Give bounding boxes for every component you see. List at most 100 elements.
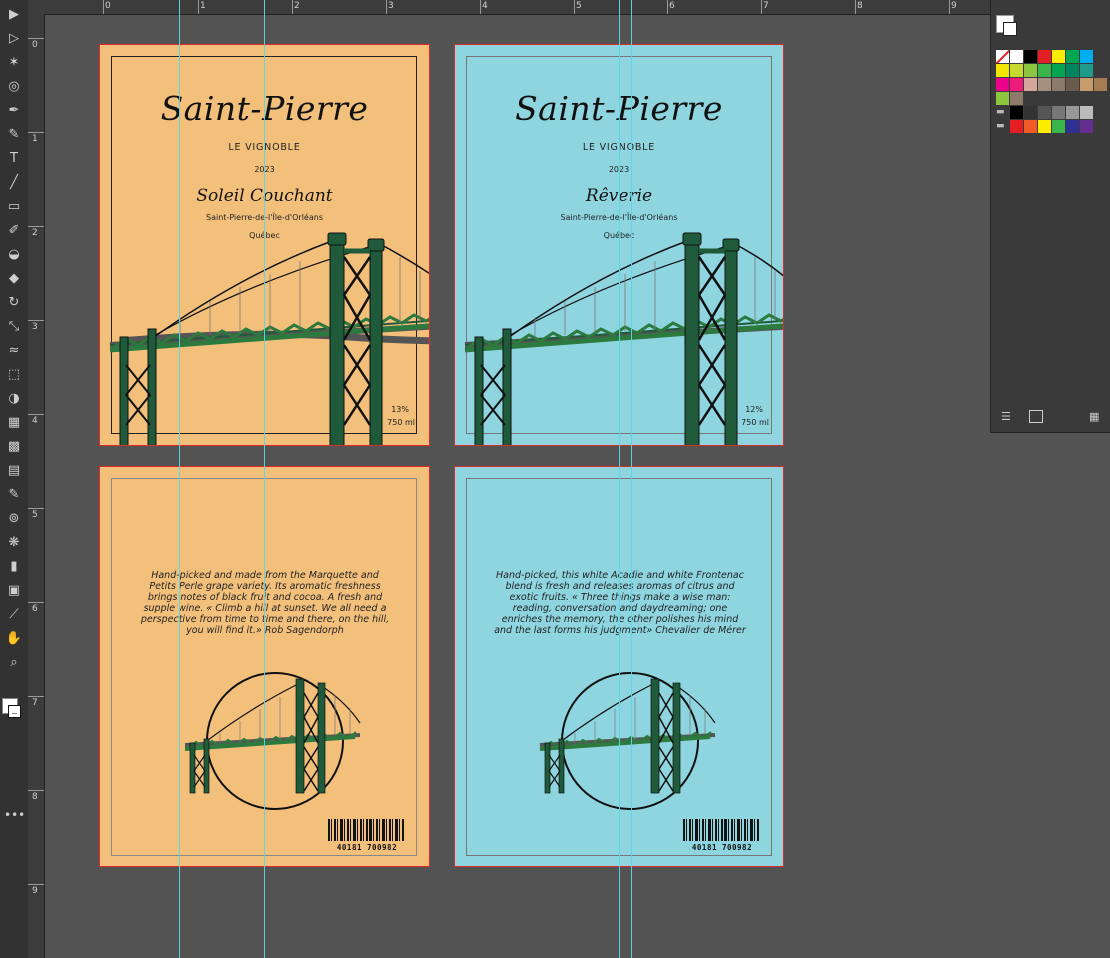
barcode-number: 40181 700982 — [691, 843, 753, 852]
color-swatch[interactable] — [1080, 106, 1093, 119]
graph-tool-icon[interactable]: ▮ — [3, 556, 25, 576]
blend-tool-icon[interactable]: ⊚ — [3, 508, 25, 528]
direct-selection-tool-icon[interactable]: ▷ — [3, 28, 25, 48]
slice-tool-icon[interactable]: ⟋ — [3, 604, 25, 624]
color-swatch[interactable] — [1080, 50, 1093, 63]
color-swatch[interactable] — [1080, 64, 1093, 77]
color-swatch[interactable] — [1010, 64, 1023, 77]
shape-builder-tool-icon[interactable]: ◑ — [3, 388, 25, 408]
stroke-swatch[interactable] — [1003, 22, 1017, 36]
mesh-tool-icon[interactable]: ▩ — [3, 436, 25, 456]
pen-tool-icon[interactable]: ✒ — [3, 100, 25, 120]
selection-tool-icon[interactable]: ▶ — [3, 4, 25, 24]
ruler-tick-label: 9 — [32, 886, 38, 896]
bridge-illustration — [109, 232, 429, 445]
ruler-tick-label: 8 — [32, 792, 38, 802]
swatch-grid: ▬ ▬ — [996, 50, 1108, 134]
color-swatch[interactable] — [996, 78, 1009, 91]
vertical-ruler[interactable]: 0 1 2 3 4 5 6 7 8 9 — [28, 14, 45, 958]
color-swatch[interactable] — [1010, 120, 1023, 133]
color-swatch[interactable] — [996, 64, 1009, 77]
color-swatch[interactable] — [1024, 78, 1037, 91]
guide-line[interactable] — [264, 0, 265, 958]
guide-line[interactable] — [631, 0, 632, 958]
lasso-tool-icon[interactable]: ◎ — [3, 76, 25, 96]
color-swatch[interactable] — [1024, 50, 1037, 63]
ruler-corner[interactable] — [28, 0, 44, 14]
perspective-tool-icon[interactable]: ▦ — [3, 412, 25, 432]
rectangle-tool-icon[interactable]: ▭ — [3, 196, 25, 216]
color-swatch[interactable] — [1080, 120, 1093, 133]
back-description: Hand-picked, this white Acadie and white… — [494, 570, 746, 636]
color-swatch[interactable] — [1066, 78, 1079, 91]
ruler-tick-label: 0 — [32, 40, 38, 50]
line-tool-icon[interactable]: ╱ — [3, 172, 25, 192]
color-swatch[interactable] — [1066, 106, 1079, 119]
color-swatch[interactable] — [1024, 120, 1037, 133]
type-tool-icon[interactable]: T — [3, 148, 25, 168]
scale-tool-icon[interactable]: ⤡ — [3, 316, 25, 336]
ruler-tick-label: 0 — [105, 1, 111, 11]
guide-line[interactable] — [619, 0, 620, 958]
ruler-tick — [28, 320, 44, 321]
ruler-tick-label: 5 — [576, 1, 582, 11]
place-swatch-icon[interactable] — [1029, 410, 1043, 423]
zoom-tool-icon[interactable]: ⌕ — [3, 652, 25, 672]
swatch-library-icon[interactable]: ☰ — [1001, 410, 1015, 423]
back-emblem — [539, 672, 716, 810]
color-swatch[interactable] — [1010, 50, 1023, 63]
color-swatch[interactable] — [1066, 120, 1079, 133]
ruler-tick-label: 1 — [200, 1, 206, 11]
swatch-row — [996, 78, 1108, 91]
color-swatch[interactable] — [996, 92, 1009, 105]
color-swatch[interactable] — [1010, 92, 1023, 105]
swatch-folder-icon[interactable]: ▬ — [996, 106, 1009, 119]
color-swatch[interactable] — [1094, 78, 1107, 91]
swatches-panel: ▬ ▬ ☰ ▦ — [990, 0, 1110, 433]
paintbrush-tool-icon[interactable]: ✐ — [3, 220, 25, 240]
color-swatch[interactable] — [1066, 64, 1079, 77]
swatch-folder-icon[interactable]: ▬ — [996, 120, 1009, 133]
stroke-widget[interactable] — [8, 705, 21, 718]
width-tool-icon[interactable]: ≈ — [3, 340, 25, 360]
color-swatch[interactable] — [1038, 64, 1051, 77]
eraser-tool-icon[interactable]: ◆ — [3, 268, 25, 288]
guide-line[interactable] — [179, 0, 180, 958]
color-swatch[interactable] — [1052, 64, 1065, 77]
barcode-bars — [328, 819, 404, 841]
curvature-tool-icon[interactable]: ✎ — [3, 124, 25, 144]
color-swatch[interactable] — [1052, 78, 1065, 91]
more-tools-icon[interactable]: ••• — [4, 808, 25, 822]
symbol-sprayer-tool-icon[interactable]: ❋ — [3, 532, 25, 552]
color-swatch[interactable] — [1038, 106, 1051, 119]
ruler-tick — [761, 0, 762, 14]
artboard-tool-icon[interactable]: ▣ — [3, 580, 25, 600]
canvas[interactable]: Saint-Pierre LE VIGNOBLE 2023 Soleil Cou… — [45, 15, 990, 958]
magic-wand-tool-icon[interactable]: ✶ — [3, 52, 25, 72]
ruler-tick — [28, 602, 44, 603]
ruler-tick — [480, 0, 481, 14]
color-swatch[interactable] — [1038, 78, 1051, 91]
shaper-tool-icon[interactable]: ◒ — [3, 244, 25, 264]
color-swatch[interactable] — [1052, 120, 1065, 133]
color-swatch[interactable] — [1024, 64, 1037, 77]
bridge-graphic — [464, 232, 783, 445]
swatch-grid-view-icon[interactable]: ▦ — [1089, 410, 1101, 423]
horizontal-ruler[interactable]: 0 1 2 3 4 5 6 7 8 9 — [44, 0, 990, 15]
color-swatch[interactable] — [1038, 50, 1051, 63]
color-swatch[interactable] — [1052, 50, 1065, 63]
none-swatch[interactable] — [996, 50, 1009, 63]
color-swatch[interactable] — [1038, 120, 1051, 133]
eyedropper-tool-icon[interactable]: ✎ — [3, 484, 25, 504]
color-swatch[interactable] — [1066, 50, 1079, 63]
hand-tool-icon[interactable]: ✋ — [3, 628, 25, 648]
color-swatch[interactable] — [1080, 78, 1093, 91]
color-swatch[interactable] — [1052, 106, 1065, 119]
gradient-tool-icon[interactable]: ▤ — [3, 460, 25, 480]
free-transform-tool-icon[interactable]: ⬚ — [3, 364, 25, 384]
color-swatch[interactable] — [1010, 106, 1023, 119]
color-swatch[interactable] — [1010, 78, 1023, 91]
ruler-tick — [574, 0, 575, 14]
rotate-tool-icon[interactable]: ↻ — [3, 292, 25, 312]
color-swatch[interactable] — [1024, 106, 1037, 119]
